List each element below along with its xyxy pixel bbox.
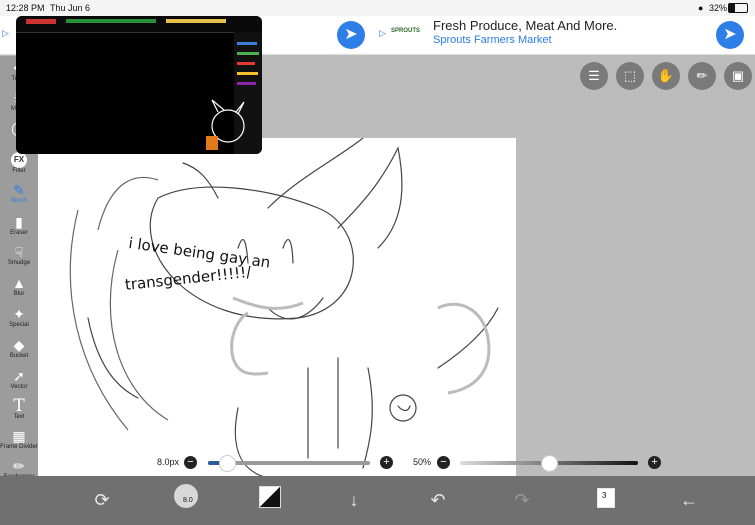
tool-label: Bucket [9, 353, 29, 359]
brush-size-increase-button[interactable]: + [380, 456, 393, 469]
battery-percent: 32% [709, 3, 728, 13]
sprouts-logo: SPROUTS [391, 28, 421, 34]
transform-rotate-button[interactable]: ⟳ [90, 490, 114, 510]
toggle-icon: ☰ [588, 68, 600, 83]
selection-button[interactable]: ⬚ [616, 62, 644, 90]
status-bar: 12:28 PM Thu Jun 6 ● 32% [0, 0, 755, 16]
stream-bar-green [66, 19, 156, 23]
rotate-icon: ⟳ [94, 490, 110, 510]
chat-line [237, 62, 255, 65]
tool-label: Blur [13, 291, 25, 297]
wifi-icon: ● [698, 3, 704, 13]
brush-size-label: 8.0px [157, 457, 180, 467]
ad-choices-icon-2[interactable]: ▷ [379, 28, 386, 39]
layers-count: 3 [602, 491, 607, 500]
bucket-icon: ◆ [13, 337, 25, 353]
opacity-decrease-button[interactable]: − [437, 456, 450, 469]
eraser-icon: ▮ [15, 214, 23, 230]
tool-label: Filter [12, 168, 26, 174]
undo-icon: ↶ [430, 490, 446, 510]
tool-label: Smudge [7, 260, 31, 266]
undo-button[interactable]: ↶ [426, 490, 450, 510]
tool-frame-divider[interactable]: ▦ Frame Divider [0, 428, 38, 450]
pen-button[interactable]: ✏ [688, 62, 716, 90]
chat-line [237, 52, 259, 55]
tool-label: Text [13, 414, 25, 420]
tool-bucket[interactable]: ◆ Bucket [0, 337, 38, 359]
image-icon: ▣ [731, 68, 745, 83]
chat-line [237, 82, 256, 85]
frame-divider-icon: ▦ [12, 428, 26, 444]
stream-bar-red [26, 19, 56, 24]
stream-bar-yellow [166, 19, 226, 23]
brush-size-button[interactable]: 8.0 [174, 484, 198, 508]
smudge-icon: ☟ [14, 244, 24, 260]
tool-label: Eraser [10, 230, 28, 236]
ad-direction-icon-right[interactable]: ➤ [716, 21, 744, 49]
stream-header [16, 16, 262, 33]
hand-button[interactable]: ✋ [652, 62, 680, 90]
tool-blur[interactable]: ▲ Blur [0, 275, 38, 297]
tool-special[interactable]: ✦ Special [0, 306, 38, 328]
download-button[interactable]: ↓ [342, 490, 366, 510]
tool-label: Brush [11, 198, 27, 204]
back-button[interactable]: ← [677, 490, 701, 510]
ad-advertiser[interactable]: Sprouts Farmers Market [433, 34, 552, 46]
battery-icon [728, 3, 748, 13]
picture-in-picture-video[interactable] [16, 16, 262, 154]
tool-text[interactable]: T Text [0, 396, 38, 421]
layers-button[interactable]: 3 [597, 488, 615, 508]
bottom-toolbar: ⟳ 8.0 ↓ ↶ ↷ 3 ← [0, 476, 755, 525]
image-button[interactable]: ▣ [724, 62, 752, 90]
opacity-label: 50% [413, 457, 432, 467]
ad-direction-icon-left[interactable]: ➤ [337, 21, 365, 49]
streamer-avatar [206, 99, 245, 150]
opacity-increase-button[interactable]: + [648, 456, 661, 469]
eyedropper-icon: ✏ [13, 458, 25, 474]
ad-choices-icon[interactable]: ▷ [2, 28, 9, 39]
tool-eraser[interactable]: ▮ Eraser [0, 214, 38, 236]
tool-filter[interactable]: FX Filter [0, 152, 38, 174]
brush-size-badge: 8.0 [183, 497, 193, 504]
tool-vector[interactable]: ➚ Vector [0, 368, 38, 390]
toggle-button[interactable]: ☰ [580, 62, 608, 90]
sketch-overflow [69, 176, 169, 431]
ad-headline[interactable]: Fresh Produce, Meat And More. [433, 18, 617, 33]
color-swatch-button[interactable] [259, 486, 281, 508]
status-date: Thu Jun 6 [50, 3, 91, 13]
arrow-left-icon: ← [680, 490, 698, 510]
brush-size-decrease-button[interactable]: − [184, 456, 197, 469]
chat-line [237, 72, 258, 75]
tool-smudge[interactable]: ☟ Smudge [0, 244, 38, 266]
opacity-knob[interactable] [541, 455, 558, 472]
vector-arrow-icon: ➚ [13, 368, 25, 384]
opacity-slider[interactable] [460, 455, 638, 472]
brush-size-slider[interactable] [208, 455, 370, 472]
tool-label: Special [9, 322, 29, 328]
redo-button[interactable]: ↷ [510, 490, 534, 510]
brush-icon: ✎ [13, 182, 25, 198]
arrow-down-icon: ↓ [349, 490, 359, 510]
selection-icon: ⬚ [623, 68, 637, 83]
redo-icon: ↷ [514, 490, 530, 510]
tool-label: Vector [10, 384, 28, 390]
pen-icon: ✏ [696, 68, 708, 83]
fx-icon: FX [11, 152, 27, 168]
hand-icon: ✋ [657, 68, 675, 83]
text-icon: T [13, 396, 25, 416]
special-wand-icon: ✦ [13, 306, 25, 322]
tool-brush[interactable]: ✎ Brush [0, 182, 38, 204]
blur-drop-icon: ▲ [12, 275, 26, 291]
chat-line [237, 42, 257, 45]
status-time: 12:28 PM [6, 3, 45, 13]
tool-label: Frame Divider [0, 444, 38, 450]
